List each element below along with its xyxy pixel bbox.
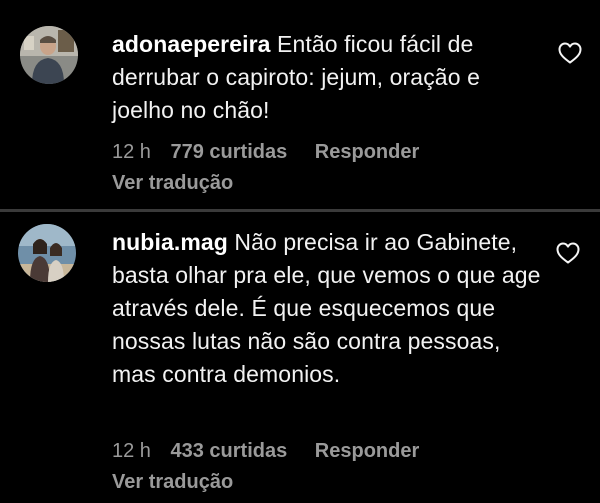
reply-button[interactable]: Responder <box>315 141 419 164</box>
avatar[interactable] <box>18 224 76 282</box>
see-translation-button[interactable]: Ver tradução <box>112 172 233 195</box>
user-avatar-icon <box>20 26 78 84</box>
user-avatar-icon <box>18 224 76 282</box>
comment-item: nubia.mag Não precisa ir ao Gabinete, ba… <box>0 212 600 503</box>
comment-body: adonaepereira Então ficou fácil de derru… <box>112 28 542 127</box>
see-translation-button[interactable]: Ver tradução <box>112 471 233 494</box>
comment-item: adonaepereira Então ficou fácil de derru… <box>0 0 600 210</box>
comment-meta: 12 h 433 curtidas Responder <box>112 440 419 463</box>
comment-time: 12 h <box>112 440 151 462</box>
comment-meta: 12 h 779 curtidas Responder <box>112 141 419 164</box>
comment-likes[interactable]: 779 curtidas <box>171 141 288 164</box>
heart-outline-icon[interactable] <box>558 42 582 64</box>
reply-button[interactable]: Responder <box>315 440 419 463</box>
heart-outline-icon[interactable] <box>556 242 580 264</box>
avatar[interactable] <box>20 26 78 84</box>
comment-time: 12 h <box>112 141 151 163</box>
comment-username[interactable]: adonaepereira <box>112 31 271 57</box>
comment-username[interactable]: nubia.mag <box>112 229 228 255</box>
comment-likes[interactable]: 433 curtidas <box>171 440 288 463</box>
comment-body: nubia.mag Não precisa ir ao Gabinete, ba… <box>112 226 542 391</box>
